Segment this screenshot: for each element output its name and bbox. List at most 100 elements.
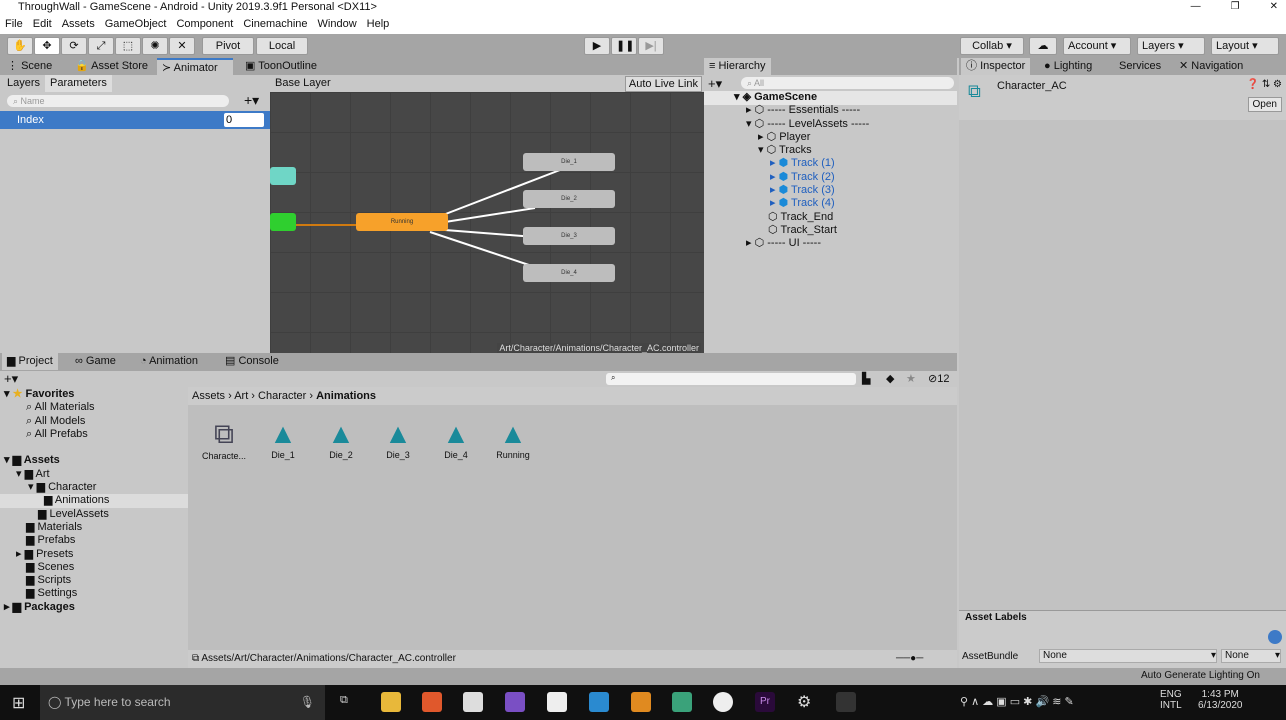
tab-project[interactable]: ▆ Project [2, 353, 58, 370]
search-by-type-icon[interactable]: ▙ [862, 372, 870, 385]
unity-hub-icon[interactable] [547, 692, 567, 712]
settings-icon[interactable]: ⚙ [797, 692, 811, 712]
menu-edit[interactable]: Edit [33, 14, 52, 34]
transition-die3[interactable] [444, 229, 536, 238]
play-button[interactable]: ▶ [584, 37, 610, 55]
layer-breadcrumb[interactable]: Base Layer [275, 77, 331, 89]
folder-item[interactable]: ▾ ▆ Character [4, 481, 188, 494]
store-icon[interactable] [463, 692, 483, 712]
taskbar-search-input[interactable]: ◯ Type here to search 🎙 [40, 685, 325, 720]
tab-hierarchy[interactable]: ≡ Hierarchy [704, 58, 771, 75]
menu-gameobject[interactable]: GameObject [105, 14, 167, 34]
animator-graph[interactable]: Running Die_1 Die_2 Die_3 Die_4 Art/Char… [270, 92, 704, 353]
assetbundle-dropdown[interactable]: None ▾ [1039, 649, 1217, 663]
unity-icon[interactable] [836, 692, 856, 712]
hierarchy-item[interactable]: ▾ ◈ GameScene [734, 91, 954, 104]
favorites-folder[interactable]: ▾ ★ Favorites [4, 388, 188, 401]
asset-item[interactable]: ▲ Die_3 [370, 418, 426, 460]
rotate-tool-icon[interactable]: ⟳ [61, 37, 87, 55]
breadcrumb-item[interactable]: Character [258, 390, 306, 402]
hierarchy-item[interactable]: ▾ ⬡ Tracks [734, 144, 954, 157]
task-view-icon[interactable]: ⧉ [340, 694, 348, 707]
hierarchy-item[interactable]: ▸ ⬡ ----- UI ----- [734, 237, 954, 250]
tab-scene[interactable]: ⋮ Scene [2, 58, 57, 75]
file-explorer-icon[interactable] [381, 692, 401, 712]
folder-item[interactable]: ▾ ▆ Art [4, 468, 188, 481]
tab-services[interactable]: Services [1114, 58, 1166, 75]
move-tool-icon[interactable]: ✥ [34, 37, 60, 55]
hidden-packages-toggle[interactable]: ⊘12 [928, 372, 949, 385]
state-node-die1[interactable]: Die_1 [523, 153, 615, 171]
blender-icon[interactable] [631, 692, 651, 712]
tab-toonoutline[interactable]: ▣ ToonOutline [240, 58, 322, 75]
breadcrumb-item[interactable]: Art [234, 390, 248, 402]
pause-button[interactable]: ❚❚ [611, 37, 637, 55]
tab-lighting[interactable]: ● Lighting [1039, 58, 1097, 75]
minimize-button[interactable]: — [1191, 0, 1201, 14]
close-button[interactable]: ✕ [1270, 0, 1278, 14]
system-tray-icons[interactable]: ⚲ ∧ ☁ ▣ ▭ ✱ 🔊 ≋ ✎ [960, 695, 1074, 708]
tab-animation[interactable]: ◔ Animation [135, 353, 203, 370]
state-node-running[interactable]: Running [356, 213, 448, 231]
layout-dropdown[interactable]: Layout ▾ [1211, 37, 1279, 55]
folder-item[interactable]: ▆ LevelAssets [4, 508, 188, 521]
breadcrumb-item[interactable]: Assets [192, 390, 225, 402]
clock[interactable]: 1:43 PM 6/13/2020 [1198, 689, 1243, 711]
packages-folder[interactable]: ▸ ▆ Packages [4, 601, 188, 614]
menu-help[interactable]: Help [367, 14, 390, 34]
asset-item[interactable]: ▲ Die_2 [313, 418, 369, 460]
hierarchy-item[interactable]: ▾ ⬡ ----- LevelAssets ----- [734, 118, 954, 131]
folder-item-selected[interactable]: ▆ Animations [0, 494, 188, 508]
maximize-button[interactable]: ❐ [1231, 0, 1240, 14]
icon-size-slider[interactable]: ──●─ [896, 650, 923, 668]
parameter-row[interactable]: Index 0 [0, 111, 270, 129]
breadcrumb-item[interactable]: Animations [316, 390, 376, 402]
add-parameter-button[interactable]: +▾ [244, 92, 259, 109]
favorite-item[interactable]: ⌕ All Materials [4, 401, 188, 414]
open-button[interactable]: Open [1247, 97, 1282, 112]
tab-navigation[interactable]: ✕ Navigation [1174, 58, 1248, 75]
auto-live-link-button[interactable]: Auto Live Link [624, 76, 702, 92]
parameter-value-input[interactable]: 0 [224, 113, 264, 127]
language-indicator[interactable]: ENG INTL [1160, 689, 1182, 711]
folder-item[interactable]: ▆ Materials [4, 521, 188, 534]
app-icon[interactable] [672, 692, 692, 712]
rect-tool-icon[interactable]: ⬚ [115, 37, 141, 55]
premiere-icon[interactable]: Pr [755, 692, 775, 712]
asset-item[interactable]: ▲ Die_4 [428, 418, 484, 460]
hierarchy-item-prefab[interactable]: ▸ ⬢ Track (4) [734, 197, 954, 210]
app-icon[interactable] [713, 692, 733, 712]
hand-tool-icon[interactable]: ✋ [7, 37, 33, 55]
hierarchy-item[interactable]: ▸ ⬡ ----- Essentials ----- [734, 104, 954, 117]
hierarchy-item-prefab[interactable]: ▸ ⬢ Track (2) [734, 171, 954, 184]
folder-item[interactable]: ▆ Scenes [4, 561, 188, 574]
menu-cinemachine[interactable]: Cinemachine [243, 14, 307, 34]
menu-window[interactable]: Window [318, 14, 357, 34]
tab-console[interactable]: ▤ Console [220, 353, 284, 370]
hierarchy-item-prefab[interactable]: ▸ ⬢ Track (3) [734, 184, 954, 197]
folder-item[interactable]: ▸ ▆ Presets [4, 548, 188, 561]
asset-item[interactable]: ▲ Running [485, 418, 541, 460]
favorites-star-icon[interactable]: ★ [906, 372, 916, 385]
asset-item[interactable]: ▲ Die_1 [255, 418, 311, 460]
step-button[interactable]: ▶| [638, 37, 664, 55]
favorite-item[interactable]: ⌕ All Prefabs [4, 428, 188, 441]
scale-tool-icon[interactable]: ⤢ [88, 37, 114, 55]
hierarchy-item[interactable]: ⬡ Track_End [734, 211, 954, 224]
app-icon[interactable] [589, 692, 609, 712]
windows-start-icon[interactable]: ⊞ [12, 693, 25, 713]
search-by-label-icon[interactable]: ◆ [886, 372, 894, 385]
tab-asset-store[interactable]: 🔒 Asset Store [70, 58, 153, 75]
folder-item[interactable]: ▆ Settings [4, 587, 188, 600]
assets-folder[interactable]: ▾ ▆ Assets [4, 454, 188, 467]
entry-node[interactable] [270, 213, 296, 231]
label-tag-icon[interactable] [1268, 630, 1282, 644]
local-button[interactable]: Local [256, 37, 308, 55]
create-button[interactable]: +▾ [708, 76, 722, 92]
state-node-die3[interactable]: Die_3 [523, 227, 615, 245]
parameter-search-input[interactable]: ⌕ Name [7, 95, 229, 107]
folder-item[interactable]: ▆ Prefabs [4, 534, 188, 547]
tab-inspector[interactable]: ⓘ Inspector [961, 58, 1031, 75]
create-asset-button[interactable]: +▾ [4, 371, 18, 387]
transition-die4[interactable] [429, 231, 536, 268]
